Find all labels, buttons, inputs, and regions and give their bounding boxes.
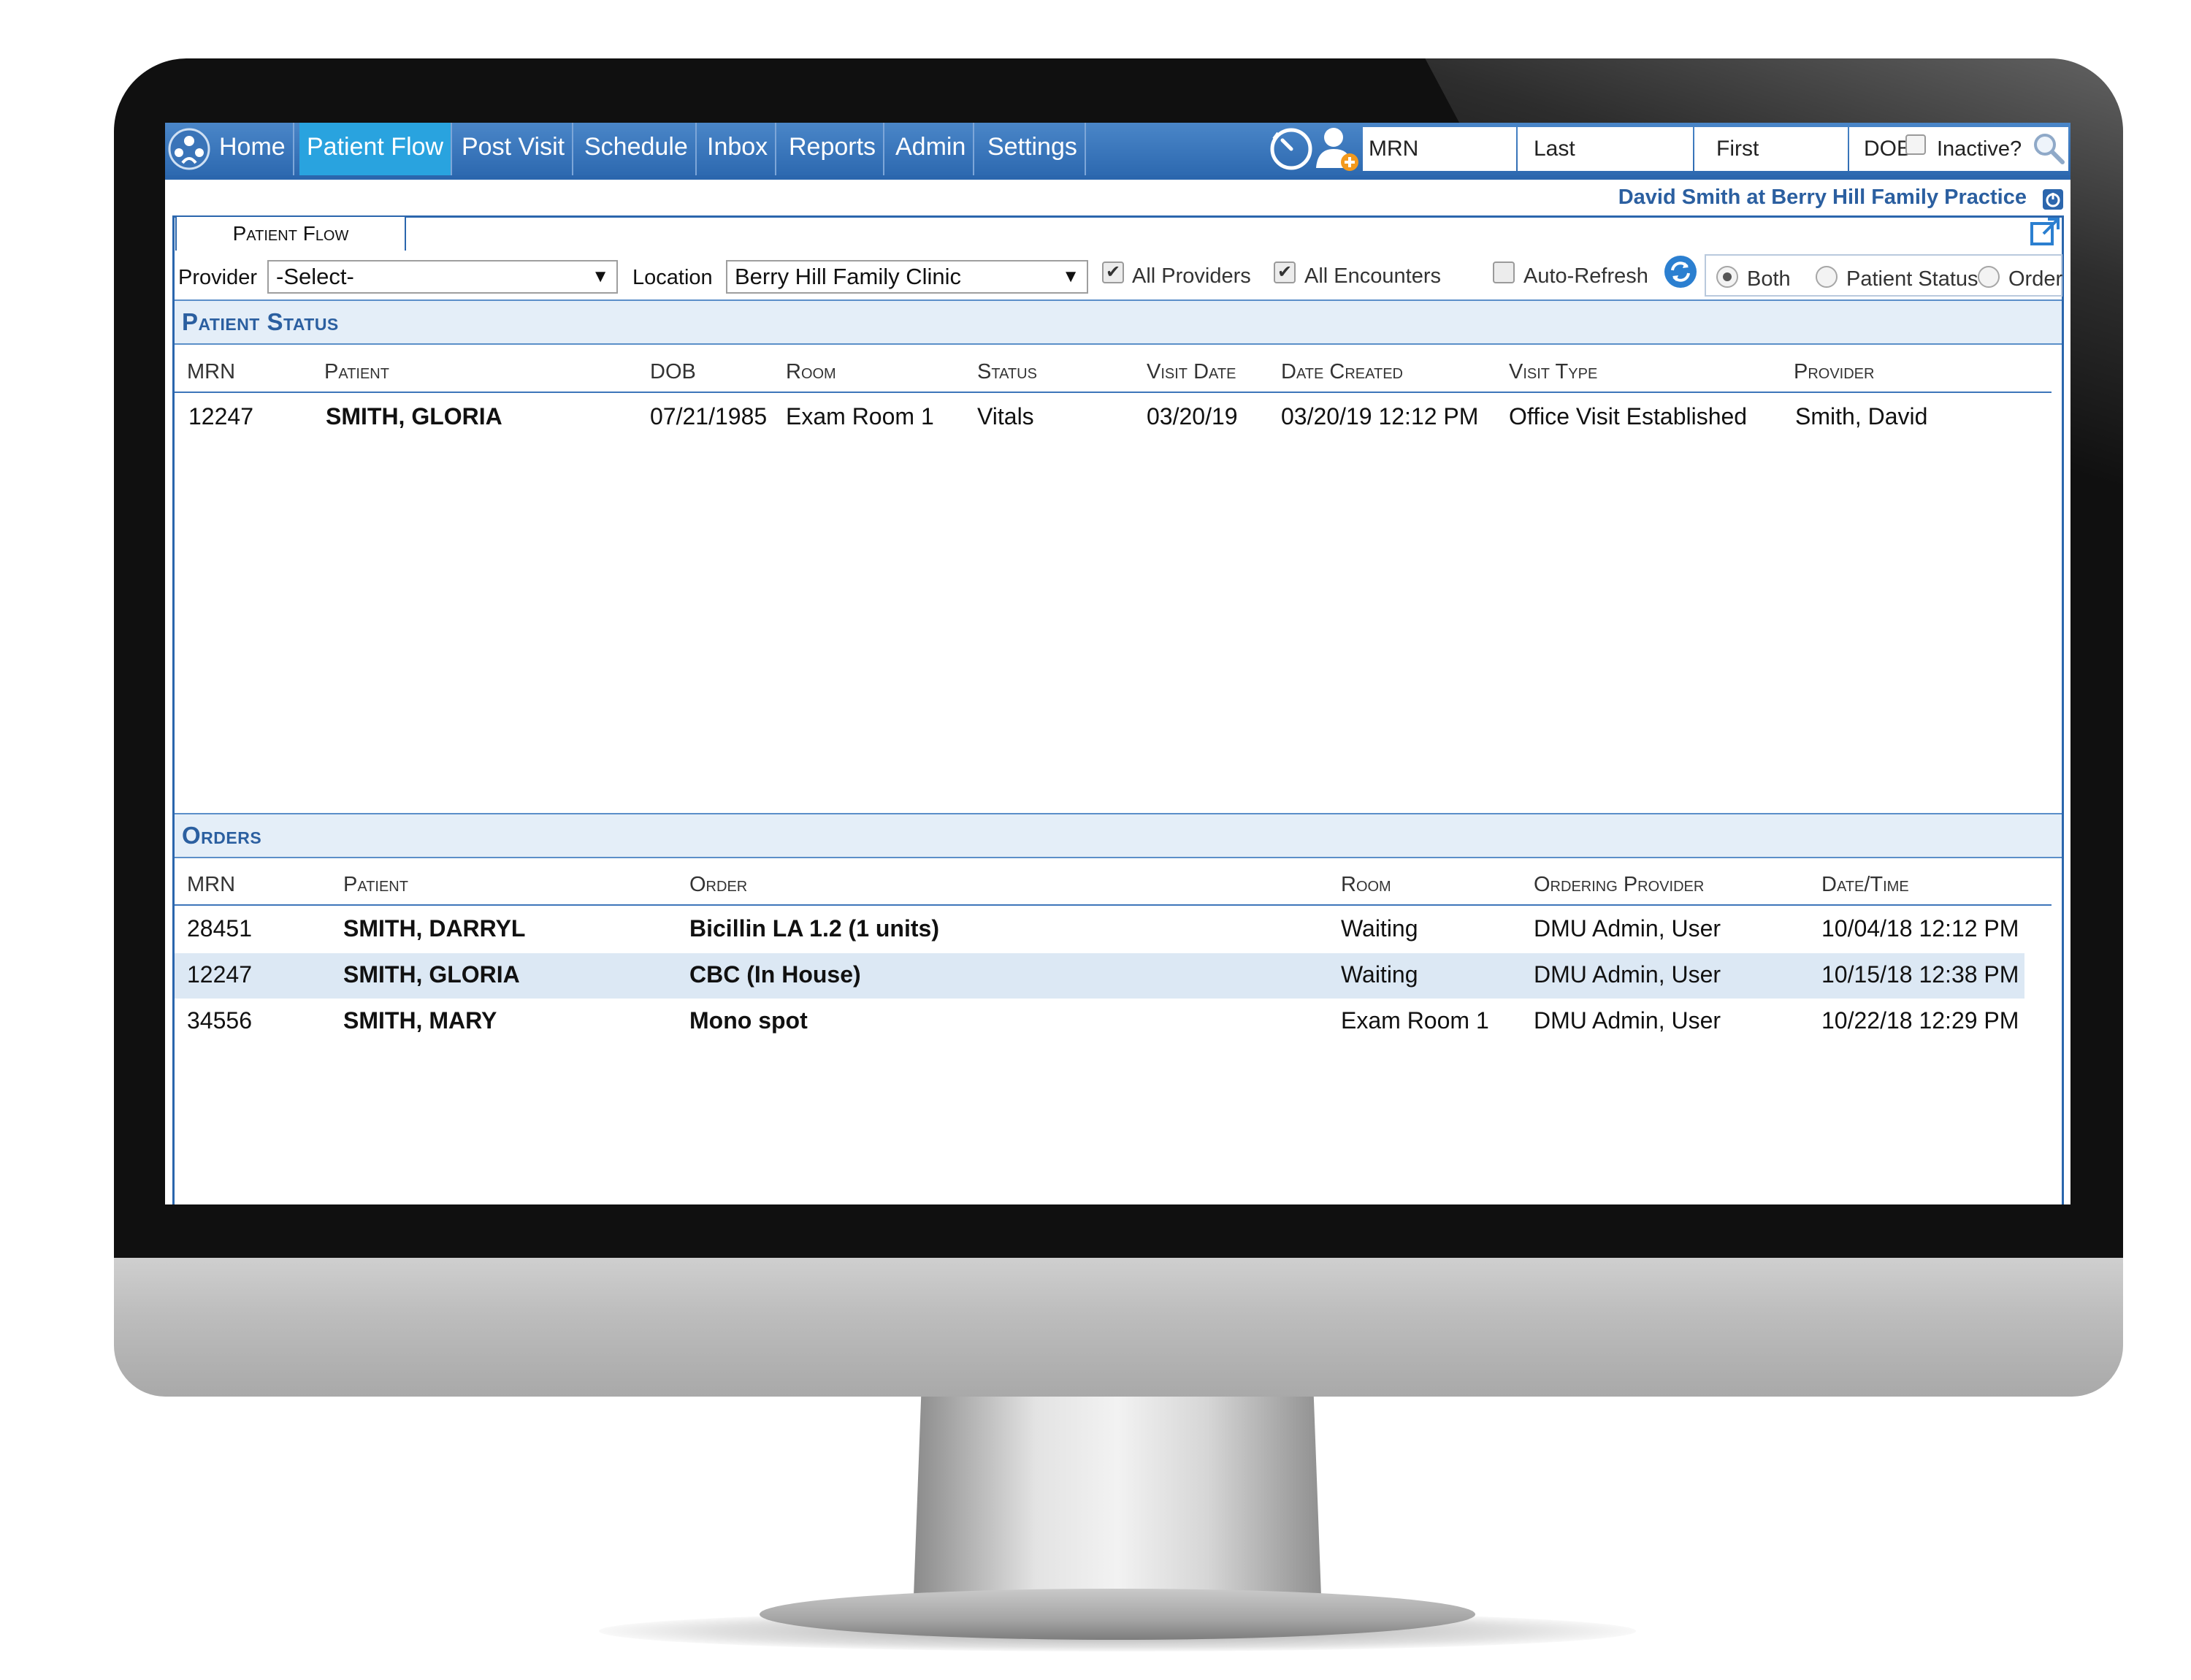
all-encounters-label: All Encounters bbox=[1304, 264, 1441, 288]
provider-select[interactable]: -Select- ▼ bbox=[267, 260, 618, 294]
cell-ordering-provider: DMU Admin, User bbox=[1534, 961, 1721, 988]
cell-provider: Smith, David bbox=[1795, 403, 1928, 429]
auto-refresh-checkbox[interactable] bbox=[1493, 261, 1515, 283]
top-nav-bar: Home Patient Flow Post Visit Schedule In… bbox=[165, 123, 2070, 175]
radio-patient-status-label: Patient Status bbox=[1846, 267, 1978, 291]
radio-order-label: Order bbox=[2008, 267, 2063, 291]
cell-room: Waiting bbox=[1341, 915, 1418, 942]
cell-patient: SMITH, GLORIA bbox=[326, 403, 502, 429]
col-date-created[interactable]: Date Created bbox=[1281, 360, 1403, 384]
chevron-down-icon: ▼ bbox=[1062, 267, 1079, 286]
auto-refresh-label: Auto-Refresh bbox=[1523, 264, 1648, 288]
col-provider[interactable]: Provider bbox=[1794, 360, 1874, 384]
patient-status-header-line bbox=[175, 392, 2052, 393]
cell-room: Exam Room 1 bbox=[786, 403, 934, 429]
cell-room: Exam Room 1 bbox=[1341, 1007, 1489, 1034]
all-providers-checkbox[interactable]: ✔ bbox=[1102, 261, 1124, 283]
popout-icon[interactable] bbox=[2029, 216, 2061, 248]
cell-order: Bicillin LA 1.2 (1 units) bbox=[689, 915, 939, 942]
monitor-stand-foot bbox=[760, 1589, 1475, 1640]
orders-title: Orders bbox=[182, 822, 262, 849]
col-date-time[interactable]: Date/Time bbox=[1821, 873, 1909, 897]
provider-select-value: -Select- bbox=[276, 264, 354, 289]
location-select-value: Berry Hill Family Clinic bbox=[735, 264, 962, 289]
tab-patient-flow[interactable]: Patient Flow bbox=[175, 215, 406, 251]
col-mrn[interactable]: MRN bbox=[187, 360, 235, 384]
inactive-label: Inactive? bbox=[1937, 137, 2022, 161]
cell-visit-date: 03/20/19 bbox=[1147, 403, 1238, 429]
cell-date-time: 10/15/18 12:38 PM bbox=[1821, 961, 2019, 988]
cell-visit-type: Office Visit Established bbox=[1509, 403, 1748, 429]
col-room[interactable]: Room bbox=[1341, 873, 1391, 897]
radio-both-label: Both bbox=[1747, 267, 1791, 291]
cell-order: Mono spot bbox=[689, 1007, 808, 1034]
cell-mrn: 34556 bbox=[187, 1007, 252, 1034]
search-mrn-input[interactable]: MRN bbox=[1363, 127, 1516, 171]
provider-label: Provider bbox=[178, 266, 257, 289]
cell-patient: SMITH, GLORIA bbox=[343, 961, 520, 988]
patient-status-header-bar: Patient Status bbox=[175, 299, 2062, 345]
add-patient-icon[interactable] bbox=[1313, 124, 1361, 174]
nav-schedule[interactable]: Schedule bbox=[577, 123, 697, 175]
cell-order: CBC (In House) bbox=[689, 961, 861, 988]
inactive-checkbox[interactable] bbox=[1905, 134, 1926, 155]
location-select[interactable]: Berry Hill Family Clinic ▼ bbox=[726, 260, 1088, 294]
cell-ordering-provider: DMU Admin, User bbox=[1534, 1007, 1721, 1034]
all-providers-label: All Providers bbox=[1132, 264, 1251, 288]
search-last-input[interactable]: Last bbox=[1518, 127, 1693, 171]
refresh-icon[interactable] bbox=[1663, 254, 1698, 289]
col-ordering-provider[interactable]: Ordering Provider bbox=[1534, 873, 1704, 897]
cell-mrn: 12247 bbox=[187, 961, 252, 988]
top-nav-underline bbox=[165, 175, 2070, 180]
location-label: Location bbox=[632, 266, 713, 289]
radio-patient-status[interactable] bbox=[1816, 266, 1838, 288]
nav-reports[interactable]: Reports bbox=[781, 123, 885, 175]
cell-date-time: 10/22/18 12:29 PM bbox=[1821, 1007, 2019, 1034]
cell-mrn: 12247 bbox=[188, 403, 253, 429]
chevron-down-icon: ▼ bbox=[592, 267, 609, 286]
cell-mrn: 28451 bbox=[187, 915, 252, 942]
orders-header-bar: Orders bbox=[175, 813, 2062, 858]
col-order[interactable]: Order bbox=[689, 873, 747, 897]
cell-patient: SMITH, MARY bbox=[343, 1007, 497, 1034]
radio-both[interactable] bbox=[1716, 266, 1738, 288]
col-room[interactable]: Room bbox=[786, 360, 836, 384]
app-screen: Home Patient Flow Post Visit Schedule In… bbox=[165, 123, 2070, 1204]
cell-patient: SMITH, DARRYL bbox=[343, 915, 526, 942]
cell-date-time: 10/04/18 12:12 PM bbox=[1821, 915, 2019, 942]
user-practice-line: David Smith at Berry Hill Family Practic… bbox=[1618, 186, 2027, 209]
clock-icon[interactable] bbox=[1268, 126, 1315, 172]
col-patient[interactable]: Patient bbox=[343, 873, 408, 897]
cell-room: Waiting bbox=[1341, 961, 1418, 988]
all-encounters-checkbox[interactable]: ✔ bbox=[1274, 261, 1296, 283]
patient-flow-panel bbox=[172, 215, 2064, 1204]
col-visit-date[interactable]: Visit Date bbox=[1147, 360, 1236, 384]
logout-icon[interactable] bbox=[2042, 188, 2064, 210]
col-visit-type[interactable]: Visit Type bbox=[1509, 360, 1597, 384]
col-mrn[interactable]: MRN bbox=[187, 873, 235, 897]
col-status[interactable]: Status bbox=[977, 360, 1037, 384]
radio-order[interactable] bbox=[1978, 266, 2000, 288]
search-icon[interactable] bbox=[2030, 130, 2067, 167]
app-logo-icon bbox=[168, 128, 210, 170]
nav-admin[interactable]: Admin bbox=[888, 123, 975, 175]
cell-date-created: 03/20/19 12:12 PM bbox=[1281, 403, 1479, 429]
patient-status-title: Patient Status bbox=[182, 308, 339, 335]
col-patient[interactable]: Patient bbox=[324, 360, 389, 384]
nav-post-visit[interactable]: Post Visit bbox=[454, 123, 574, 175]
col-dob[interactable]: DOB bbox=[650, 360, 696, 384]
search-first-input[interactable]: First bbox=[1694, 127, 1848, 171]
nav-inbox[interactable]: Inbox bbox=[700, 123, 777, 175]
cell-dob: 07/21/1985 bbox=[650, 403, 768, 429]
cell-ordering-provider: DMU Admin, User bbox=[1534, 915, 1721, 942]
monitor-chin bbox=[114, 1258, 2123, 1397]
orders-header-line bbox=[175, 904, 2052, 906]
nav-home[interactable]: Home bbox=[212, 123, 294, 175]
view-mode-radio-group: Both Patient Status Order bbox=[1705, 254, 2062, 297]
nav-settings[interactable]: Settings bbox=[980, 123, 1086, 175]
cell-status: Vitals bbox=[977, 403, 1034, 429]
monitor-stand-neck bbox=[913, 1397, 1322, 1616]
nav-patient-flow[interactable]: Patient Flow bbox=[299, 123, 453, 175]
